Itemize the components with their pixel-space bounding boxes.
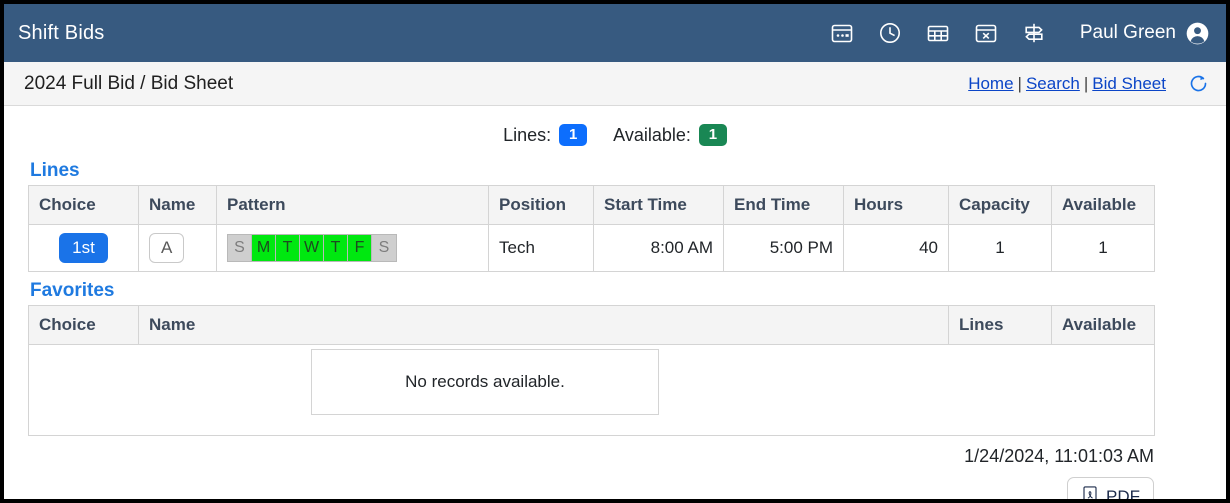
cell-start-time: 8:00 AM: [593, 224, 724, 272]
page-title: 2024 Full Bid / Bid Sheet: [24, 72, 234, 94]
pattern-day-4: T: [324, 235, 348, 261]
clock-icon[interactable]: [875, 18, 905, 48]
col-header-position: Position: [488, 185, 594, 225]
choice-button[interactable]: 1st: [59, 233, 108, 263]
pattern-day-5: F: [348, 235, 372, 261]
signpost-icon[interactable]: [1019, 18, 1049, 48]
cell-position: Tech: [488, 224, 594, 272]
pattern-day-3: W: [300, 235, 324, 261]
timestamp-label: 1/24/2024, 11:01:03 AM: [964, 446, 1154, 466]
cell-capacity: 1: [948, 224, 1052, 272]
pattern-day-1: M: [252, 235, 276, 261]
fav-col-header-choice: Choice: [28, 305, 139, 345]
col-header-available: Available: [1051, 185, 1155, 225]
cell-choice: 1st: [28, 224, 139, 272]
lines-count-badge: 1: [559, 124, 588, 146]
link-bid-sheet[interactable]: Bid Sheet: [1092, 74, 1166, 93]
cell-end-time: 5:00 PM: [723, 224, 844, 272]
cell-hours: 40: [843, 224, 949, 272]
favorites-empty-cell: No records available.: [28, 344, 1155, 436]
favorites-table: Choice Name Lines Available No records a…: [28, 305, 1155, 436]
person-circle-icon: [1185, 21, 1210, 46]
refresh-icon[interactable]: [1186, 72, 1210, 96]
link-search[interactable]: Search: [1026, 74, 1080, 93]
fav-col-header-name: Name: [138, 305, 949, 345]
calendar-event-icon[interactable]: [827, 18, 857, 48]
favorites-empty-row: No records available.: [28, 344, 1155, 436]
top-navbar: Shift Bids Paul Green: [4, 4, 1226, 62]
summary-counters: Lines: 1 Available: 1: [28, 106, 1202, 152]
lines-table-header-row: Choice Name Pattern Position Start Time …: [28, 185, 1155, 225]
application-window: Shift Bids Paul Green 2024 Full Bid / Bi…: [4, 4, 1226, 499]
col-header-start-time: Start Time: [593, 185, 724, 225]
user-menu[interactable]: Paul Green: [1080, 21, 1210, 46]
pattern-day-0: S: [228, 235, 252, 261]
favorites-table-header-row: Choice Name Lines Available: [28, 305, 1155, 345]
col-header-name: Name: [138, 185, 217, 225]
user-name-label: Paul Green: [1079, 22, 1176, 43]
favorites-section-title: Favorites: [30, 280, 115, 301]
col-header-end-time: End Time: [723, 185, 844, 225]
table-grid-icon[interactable]: [923, 18, 953, 48]
fav-col-header-lines: Lines: [948, 305, 1052, 345]
no-records-message: No records available.: [311, 349, 659, 415]
link-home[interactable]: Home: [968, 74, 1013, 93]
col-header-choice: Choice: [28, 185, 139, 225]
pattern-strip: SMTWTFS: [227, 234, 397, 262]
main-content: Lines: 1 Available: 1 Lines Choice Name …: [4, 106, 1226, 499]
table-row: 1st A SMTWTFS Tech 8:00 AM 5:00 PM 40 1 …: [28, 224, 1155, 272]
breadcrumb-separator-2: |: [1083, 73, 1089, 93]
pdf-button-label: PDF: [1106, 486, 1140, 500]
app-brand-title: Shift Bids: [18, 21, 105, 44]
file-pdf-icon: [1081, 485, 1099, 499]
col-header-capacity: Capacity: [948, 185, 1052, 225]
lines-section-title: Lines: [30, 160, 80, 181]
pattern-day-6: S: [372, 235, 396, 261]
footer: 1/24/2024, 11:01:03 AM PDF: [28, 436, 1154, 499]
lines-table: Choice Name Pattern Position Start Time …: [28, 185, 1155, 272]
cell-available: 1: [1051, 224, 1155, 272]
pdf-export-button[interactable]: PDF: [1067, 477, 1154, 499]
available-count-badge: 1: [698, 124, 727, 146]
fav-col-header-available: Available: [1051, 305, 1155, 345]
breadcrumb: Home | Search | Bid Sheet: [968, 74, 1166, 94]
cell-pattern: SMTWTFS: [216, 224, 489, 272]
pattern-day-2: T: [276, 235, 300, 261]
breadcrumb-separator-1: |: [1017, 73, 1022, 93]
col-header-pattern: Pattern: [216, 185, 489, 225]
col-header-hours: Hours: [843, 185, 949, 225]
cell-name: A: [138, 224, 217, 272]
page-subheader: 2024 Full Bid / Bid Sheet Home | Search | Bi…: [4, 62, 1226, 106]
line-name-button[interactable]: A: [149, 233, 185, 263]
available-count-label: Available:: [613, 124, 691, 145]
calendar-x-icon[interactable]: [971, 18, 1001, 48]
lines-count-label: Lines:: [503, 124, 552, 145]
